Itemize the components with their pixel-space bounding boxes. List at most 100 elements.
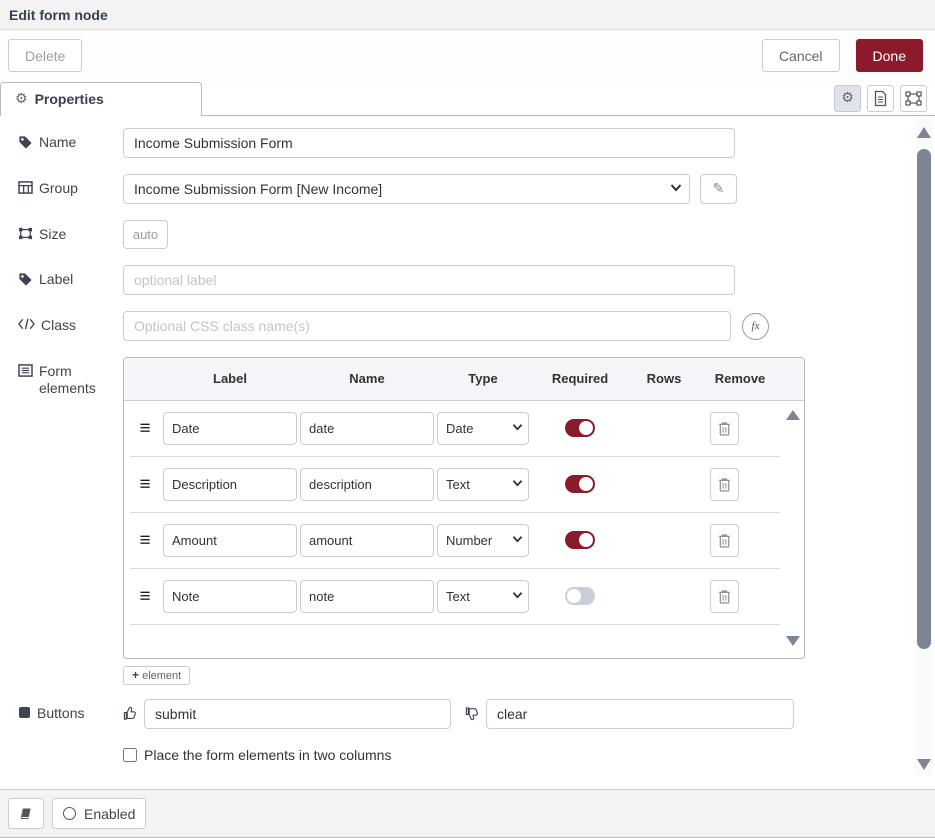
name-input[interactable] <box>123 128 735 158</box>
scroll-down-arrow[interactable] <box>917 759 931 770</box>
required-toggle[interactable] <box>565 531 595 549</box>
element-name-input[interactable] <box>300 468 434 501</box>
label-input[interactable] <box>123 265 735 295</box>
element-name-input[interactable] <box>300 524 434 557</box>
tab-bar: ⚙ Properties ⚙ <box>0 82 935 116</box>
appearance-icon <box>905 91 922 106</box>
list-scroll-up[interactable] <box>786 410 800 420</box>
buttons-label-wrap: Buttons <box>18 699 123 722</box>
element-type-select[interactable]: Text <box>437 468 529 501</box>
toggle-knob <box>579 421 593 435</box>
tag-icon <box>18 272 33 287</box>
group-select[interactable]: Income Submission Form [New Income] <box>123 174 690 204</box>
add-element-label: element <box>142 670 181 682</box>
label-label-wrap: Label <box>18 265 123 288</box>
element-type-wrap: Date <box>437 412 529 445</box>
tag-icon <box>18 135 33 150</box>
plus-icon: + <box>132 668 139 682</box>
element-label-input[interactable] <box>163 580 297 613</box>
element-label-input[interactable] <box>163 412 297 445</box>
element-row: ≡ Number <box>130 513 780 569</box>
drag-handle-icon[interactable]: ≡ <box>130 531 160 550</box>
clear-button-input[interactable] <box>486 699 794 729</box>
scroll-up-arrow[interactable] <box>917 127 931 138</box>
enabled-circle-icon <box>63 807 76 820</box>
form-elements-widget: Label Name Type Required Rows Remove ≡ <box>123 357 805 685</box>
dialog-title: Edit form node <box>0 0 935 30</box>
required-toggle[interactable] <box>565 587 595 605</box>
form-elements-row: Form elements Label Name Type Required R… <box>18 357 895 685</box>
tab-icon-buttons: ⚙ <box>834 85 927 112</box>
buttons-label: Buttons <box>37 705 84 722</box>
required-toggle[interactable] <box>565 475 595 493</box>
thumbs-down-icon <box>465 706 480 721</box>
submit-button-input[interactable] <box>144 699 451 729</box>
tab-properties[interactable]: ⚙ Properties <box>0 82 202 116</box>
properties-tab-button[interactable]: ⚙ <box>834 85 861 112</box>
col-required: Required <box>532 371 628 386</box>
document-icon <box>873 90 888 107</box>
delete-element-button[interactable] <box>710 468 739 501</box>
elements-table-header: Label Name Type Required Rows Remove <box>124 358 804 401</box>
element-type-wrap: Number <box>437 524 529 557</box>
trash-icon <box>718 533 731 548</box>
scrollbar-thumb[interactable] <box>917 149 931 649</box>
element-label-input[interactable] <box>163 468 297 501</box>
code-icon <box>18 318 35 330</box>
class-input[interactable] <box>123 311 731 341</box>
cancel-button[interactable]: Cancel <box>762 39 840 72</box>
properties-panel: Name Group Income Submission Form [New I… <box>0 116 935 789</box>
appearance-tab-button[interactable] <box>900 85 927 112</box>
delete-element-button[interactable] <box>710 412 739 445</box>
element-name-input[interactable] <box>300 412 434 445</box>
drag-handle-icon[interactable]: ≡ <box>130 419 160 438</box>
group-label-wrap: Group <box>18 174 123 197</box>
done-button[interactable]: Done <box>856 39 923 72</box>
element-name-input[interactable] <box>300 580 434 613</box>
dialog-toolbar: Delete Cancel Done <box>0 30 935 82</box>
delete-element-button[interactable] <box>710 580 739 613</box>
toggle-knob <box>579 477 593 491</box>
size-auto-button[interactable]: auto <box>123 220 168 249</box>
element-type-select[interactable]: Number <box>437 524 529 557</box>
add-element-button[interactable]: + element <box>123 666 190 685</box>
element-type-select[interactable]: Text <box>437 580 529 613</box>
drag-handle-icon[interactable]: ≡ <box>130 587 160 606</box>
two-columns-row: Place the form elements in two columns <box>123 747 895 763</box>
element-row: ≡ Text <box>130 569 780 625</box>
list-scroll-down[interactable] <box>786 636 800 646</box>
expression-button[interactable]: fx <box>742 313 769 340</box>
enabled-toggle-button[interactable]: Enabled <box>52 798 146 829</box>
book-icon <box>19 807 33 821</box>
buttons-row: Buttons <box>18 699 895 729</box>
element-row: ≡ Date <box>130 401 780 457</box>
main-scrollbar <box>916 119 932 775</box>
element-type-wrap: Text <box>437 468 529 501</box>
delete-button[interactable]: Delete <box>8 39 82 72</box>
size-row: Size auto <box>18 220 895 249</box>
size-label: Size <box>39 226 66 243</box>
trash-icon <box>718 421 731 436</box>
drag-handle-icon[interactable]: ≡ <box>130 475 160 494</box>
two-columns-checkbox[interactable] <box>123 748 137 762</box>
element-type-select[interactable]: Date <box>437 412 529 445</box>
square-icon <box>18 706 31 719</box>
label-label: Label <box>39 271 73 288</box>
trash-icon <box>718 477 731 492</box>
name-label: Name <box>39 134 76 151</box>
pencil-icon: ✎ <box>713 181 725 197</box>
description-tab-button[interactable] <box>867 85 894 112</box>
delete-element-button[interactable] <box>710 524 739 557</box>
elements-table: Label Name Type Required Rows Remove ≡ <box>123 357 805 659</box>
size-icon <box>18 227 33 240</box>
table-icon <box>18 181 33 194</box>
label-row: Label <box>18 265 895 295</box>
trash-icon <box>718 589 731 604</box>
edit-group-button[interactable]: ✎ <box>700 174 737 204</box>
class-row: Class fx <box>18 311 895 341</box>
required-toggle[interactable] <box>565 419 595 437</box>
node-help-button[interactable] <box>8 798 44 829</box>
class-label: Class <box>41 317 76 334</box>
element-label-input[interactable] <box>163 524 297 557</box>
name-row: Name <box>18 128 895 158</box>
